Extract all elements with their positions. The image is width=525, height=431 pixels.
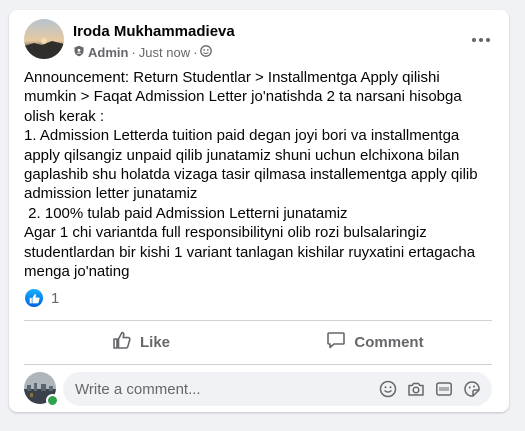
online-status-indicator xyxy=(46,394,59,407)
post-meta: Admin · Just now · xyxy=(73,44,213,60)
post-text: Announcement: Return Studentlar > Instal… xyxy=(24,69,478,281)
gif-icon[interactable] xyxy=(434,379,454,399)
post-time[interactable]: Just now xyxy=(139,45,190,60)
admin-badge[interactable]: Admin xyxy=(88,45,128,60)
post-card: Iroda Mukhammadieva Admin · Just now · A… xyxy=(9,10,509,412)
like-label: Like xyxy=(139,333,170,351)
meta-separator: · xyxy=(193,44,198,60)
comment-composer: Write a comment... xyxy=(24,372,492,408)
post-actions: Like Comment xyxy=(24,324,492,360)
comment-tools xyxy=(378,379,482,399)
comment-placeholder[interactable]: Write a comment... xyxy=(75,381,378,398)
thumbs-up-icon xyxy=(112,330,132,354)
author-name[interactable]: Iroda Mukhammadieva xyxy=(73,23,235,40)
like-button[interactable]: Like xyxy=(24,324,258,360)
comment-button[interactable]: Comment xyxy=(258,324,492,360)
reactions-summary[interactable]: 1 xyxy=(25,289,59,307)
sticker-icon[interactable] xyxy=(462,379,482,399)
divider xyxy=(24,364,492,365)
shield-icon xyxy=(73,45,85,60)
comment-icon xyxy=(326,330,346,354)
audience-icon[interactable] xyxy=(200,44,213,60)
camera-icon[interactable] xyxy=(406,379,426,399)
comment-input[interactable]: Write a comment... xyxy=(63,372,492,406)
meta-separator: · xyxy=(131,44,136,60)
author-avatar[interactable] xyxy=(24,19,64,59)
more-options-icon[interactable] xyxy=(467,32,495,48)
emoji-icon[interactable] xyxy=(378,379,398,399)
reaction-count[interactable]: 1 xyxy=(51,290,59,307)
like-reaction-icon xyxy=(25,289,43,307)
comment-label: Comment xyxy=(354,333,424,351)
divider xyxy=(24,320,492,321)
